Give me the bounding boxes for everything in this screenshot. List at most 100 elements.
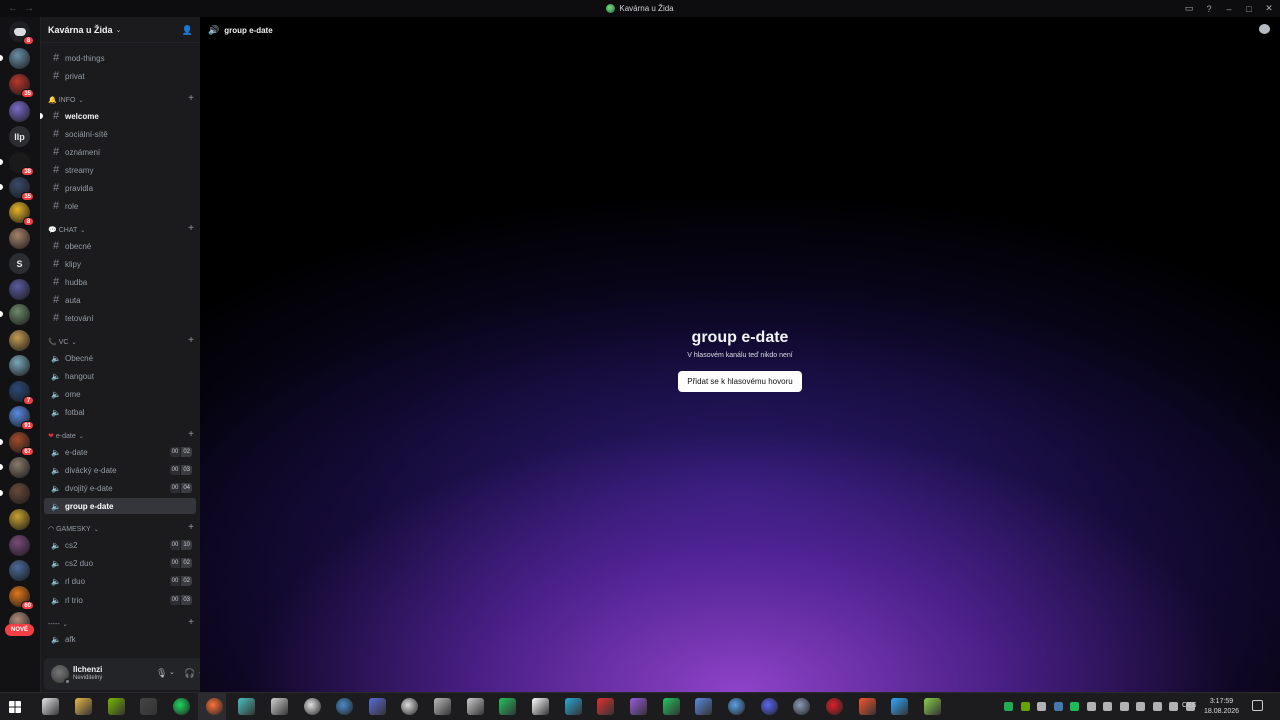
server-icon[interactable]: 7 xyxy=(9,381,34,405)
text-channel-item[interactable]: # klipy xyxy=(44,256,196,272)
text-channel-item[interactable]: # obecné xyxy=(44,238,196,254)
category-header[interactable]: 💬 CHAT ⌄ + xyxy=(48,223,194,236)
join-voice-button[interactable]: Přidat se k hlasovému hovoru xyxy=(678,371,802,392)
clock-icon[interactable] xyxy=(304,698,321,715)
discord-icon[interactable] xyxy=(761,698,778,715)
chart-app-icon[interactable] xyxy=(663,698,680,715)
minimize-icon[interactable]: – xyxy=(1224,4,1234,14)
firefox-icon[interactable] xyxy=(206,698,223,715)
terminal-icon[interactable] xyxy=(140,698,157,715)
category-header[interactable]: ❤ e-date ⌄ + xyxy=(48,429,194,442)
app-icon[interactable] xyxy=(728,698,745,715)
monitor-icon[interactable] xyxy=(369,698,386,715)
app-icon[interactable] xyxy=(565,698,582,715)
help-icon[interactable]: ? xyxy=(1204,4,1214,14)
tray-app-icon[interactable] xyxy=(1004,702,1013,711)
server-icon[interactable]: 91 xyxy=(9,406,34,430)
notifications-icon[interactable] xyxy=(1252,700,1263,711)
inbox-icon[interactable]: ▭ xyxy=(1184,3,1194,14)
server-icon[interactable]: 60 xyxy=(9,586,34,610)
text-channel-item[interactable]: # pravidla xyxy=(44,180,196,196)
photoshop-icon[interactable] xyxy=(891,698,908,715)
security-icon[interactable] xyxy=(42,698,59,715)
server-icon[interactable] xyxy=(9,483,30,504)
spotify-tray-icon[interactable] xyxy=(1070,702,1079,711)
text-channel-item[interactable]: # tetování xyxy=(44,310,196,326)
voice-channel-item[interactable]: 🔈 group e-date xyxy=(44,498,196,514)
nvidia-icon[interactable] xyxy=(108,698,125,715)
category-header[interactable]: 📞 VC ⌄ + xyxy=(48,335,194,348)
server-icon[interactable] xyxy=(9,304,30,325)
battery-icon[interactable] xyxy=(1103,702,1112,711)
text-channel-item[interactable]: # sociální-sítě xyxy=(44,126,196,142)
guild-header[interactable]: Kavárna u Žida ⌄ 👤 xyxy=(41,17,201,43)
nvidia-tray-icon[interactable] xyxy=(1020,702,1030,711)
server-icon[interactable] xyxy=(9,457,30,478)
create-channel-icon[interactable]: + xyxy=(188,223,194,234)
server-icon[interactable]: 67 xyxy=(9,432,34,456)
volume-icon[interactable] xyxy=(1185,702,1195,711)
forward-arrow-icon[interactable]: → xyxy=(24,3,34,14)
steam-icon[interactable] xyxy=(336,698,353,715)
server-icon[interactable]: 35 xyxy=(9,177,34,201)
maximize-icon[interactable]: □ xyxy=(1244,4,1254,14)
app-icon[interactable] xyxy=(467,698,484,715)
voice-channel-item[interactable]: 🔈 Obecné xyxy=(44,350,196,366)
server-icon[interactable] xyxy=(9,101,30,122)
category-header[interactable]: ----- ⌄ + xyxy=(48,617,194,630)
server-icon[interactable] xyxy=(9,228,30,249)
discord-home-button[interactable]: 8 xyxy=(9,21,34,45)
text-channel-item[interactable]: # streamy xyxy=(44,162,196,178)
spotify-icon[interactable] xyxy=(173,698,190,715)
server-icon[interactable]: 35 xyxy=(9,74,34,98)
chat-bubble-icon[interactable] xyxy=(1259,24,1270,34)
voice-channel-item[interactable]: 🔈 ome xyxy=(44,386,196,402)
server-icon[interactable]: 8 xyxy=(9,202,34,226)
k-icon[interactable] xyxy=(532,698,549,715)
text-channel-item[interactable]: # privat xyxy=(44,68,196,84)
network-icon[interactable] xyxy=(1169,702,1178,711)
voice-channel-item[interactable]: 🔈 divácký e-date 00 03 xyxy=(44,462,196,478)
category-header[interactable]: 🔔 INFO ⌄ + xyxy=(48,93,194,106)
server-icon[interactable] xyxy=(9,330,30,351)
voice-channel-item[interactable]: 🔈 cs2 duo 00 02 xyxy=(44,555,196,571)
voice-channel-item[interactable]: 🔈 dvojitý e-date 00 04 xyxy=(44,480,196,496)
username[interactable]: Ilchenzi xyxy=(73,665,102,674)
opera-icon[interactable] xyxy=(826,698,843,715)
vpn-icon[interactable] xyxy=(695,698,712,715)
system-clock[interactable]: 3:17:59 18.08.2026 xyxy=(1204,697,1239,717)
microphone-tray-icon[interactable] xyxy=(1119,702,1129,711)
server-icon[interactable]: llp xyxy=(9,126,30,147)
create-channel-icon[interactable]: + xyxy=(188,522,194,533)
create-channel-icon[interactable]: + xyxy=(188,335,194,346)
tray-app-icon[interactable] xyxy=(1136,702,1145,711)
tray-app-icon[interactable] xyxy=(1086,702,1096,711)
voice-channel-item[interactable]: 🔈 rl duo 00 02 xyxy=(44,573,196,589)
voice-channel-item[interactable]: 🔈 hangout xyxy=(44,368,196,384)
new-badge[interactable]: NOVÉ xyxy=(5,624,34,636)
invite-people-icon[interactable]: 👤 xyxy=(182,25,193,36)
start-icon[interactable] xyxy=(9,701,21,713)
discord-tray-icon[interactable] xyxy=(1037,702,1046,711)
server-icon[interactable] xyxy=(9,509,30,530)
server-icon[interactable]: 38 xyxy=(9,152,34,176)
text-channel-item[interactable]: # mod-things xyxy=(44,50,196,66)
steam-tray-icon[interactable] xyxy=(1053,702,1063,711)
voice-channel-item[interactable]: 🔈 rl trio 00 03 xyxy=(44,592,196,608)
text-channel-item[interactable]: # hudba xyxy=(44,274,196,290)
server-icon[interactable] xyxy=(9,535,30,556)
text-channel-item[interactable]: # oznámení xyxy=(44,144,196,160)
voice-channel-item[interactable]: 🔈 fotbal xyxy=(44,404,196,420)
microphone-icon[interactable]: 🎙 xyxy=(156,668,167,679)
text-channel-item[interactable]: # welcome xyxy=(40,108,196,124)
text-channel-item[interactable]: # auta xyxy=(44,292,196,308)
close-icon[interactable]: ✕ xyxy=(1264,3,1274,14)
expand-tray-icon[interactable] xyxy=(1152,702,1162,711)
calculator-icon[interactable] xyxy=(434,698,451,715)
app-icon[interactable] xyxy=(238,698,255,715)
back-arrow-icon[interactable]: ← xyxy=(8,3,18,14)
server-icon[interactable] xyxy=(9,560,30,581)
file-explorer-icon[interactable] xyxy=(75,698,92,715)
create-channel-icon[interactable]: + xyxy=(188,617,194,628)
voice-channel-item[interactable]: 🔈 afk xyxy=(44,631,196,647)
